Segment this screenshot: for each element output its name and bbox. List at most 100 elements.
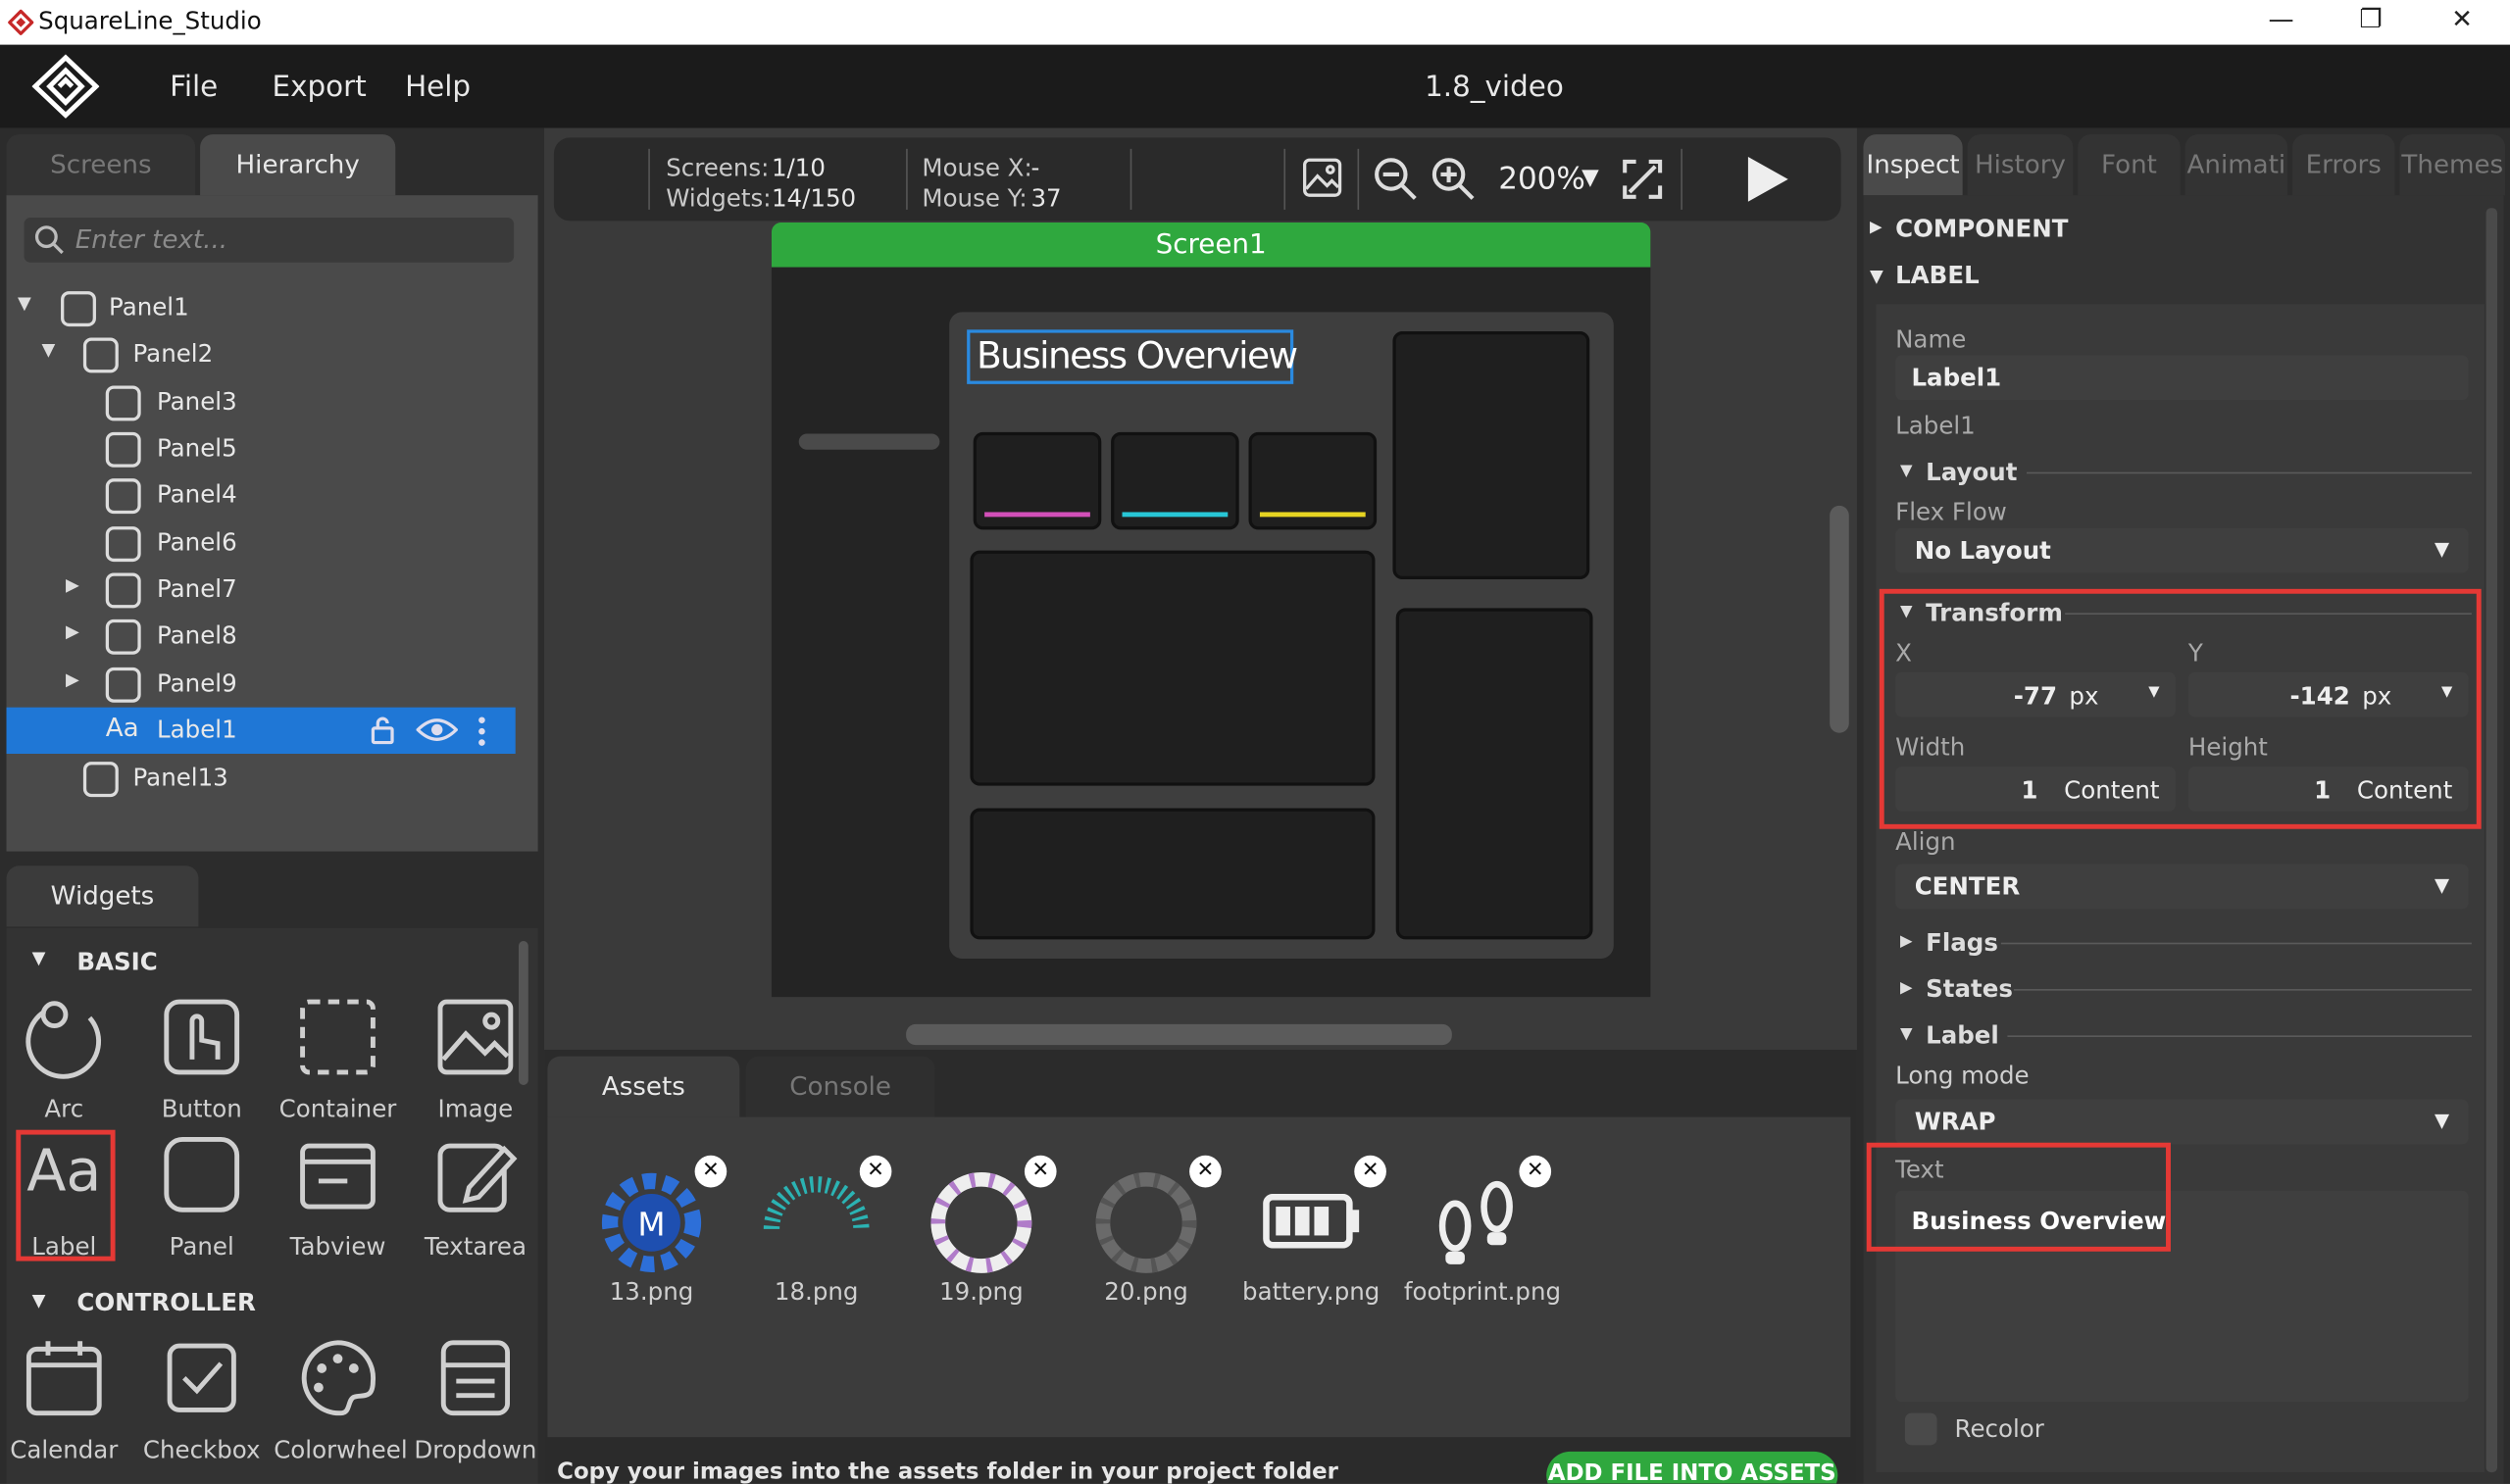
tab-themes[interactable]: Themes <box>2399 134 2506 196</box>
side-panel-bottom-preview[interactable] <box>1395 608 1593 940</box>
bottom-panel-preview[interactable] <box>970 808 1376 940</box>
width-unit[interactable]: Content <box>2064 776 2159 805</box>
widget-image[interactable]: Image <box>412 996 540 1133</box>
tab-history[interactable]: History <box>1967 134 2074 196</box>
x-input[interactable]: -77 px ▼ <box>1895 671 2176 717</box>
tab-errors[interactable]: Errors <box>2292 134 2395 196</box>
height-input[interactable]: 1 Content <box>2187 767 2469 812</box>
tab-screens[interactable]: Screens <box>6 134 196 196</box>
minimize-button[interactable]: — <box>2244 3 2318 41</box>
flags-heading[interactable]: Flags <box>1926 928 1998 957</box>
remove-asset-icon[interactable]: ✕ <box>1519 1155 1552 1188</box>
widget-tabview[interactable]: Tabview <box>274 1133 402 1270</box>
states-heading[interactable]: States <box>1926 974 2013 1003</box>
asset-19-png[interactable]: 19.png ✕ <box>909 1155 1057 1306</box>
collapse-arrow-icon[interactable]: ▶ <box>66 574 79 595</box>
remove-asset-icon[interactable]: ✕ <box>1354 1155 1386 1188</box>
tree-item-panel9[interactable]: ▶ Panel9 <box>7 661 516 707</box>
kpi-card-3[interactable] <box>1248 431 1378 530</box>
label-heading[interactable]: LABEL <box>1895 261 1980 289</box>
widget-dropdown[interactable]: Dropdown <box>412 1336 540 1473</box>
expand-arrow-icon[interactable]: ▼ <box>18 293 31 314</box>
tab-hierarchy[interactable]: Hierarchy <box>200 134 396 196</box>
widget-arc[interactable]: Arc <box>0 996 128 1133</box>
tree-item-panel1[interactable]: ▼ Panel1 <box>7 285 516 331</box>
widget-button[interactable]: Button <box>137 996 266 1133</box>
tab-console[interactable]: Console <box>745 1056 935 1117</box>
background-image-icon[interactable] <box>1301 157 1342 198</box>
tree-item-panel6[interactable]: Panel6 <box>7 520 516 567</box>
name-input[interactable]: Label1 <box>1895 355 2469 401</box>
layout-heading[interactable]: Layout <box>1926 458 2017 486</box>
collapse-arrow-icon[interactable]: ▼ <box>1870 266 1883 286</box>
inspector-scrollbar[interactable] <box>2485 208 2498 1473</box>
zoom-in-icon[interactable] <box>1430 155 1478 203</box>
asset-battery-png[interactable]: battery.png ✕ <box>1239 1155 1386 1306</box>
collapse-arrow-icon[interactable]: ▶ <box>66 668 79 689</box>
tab-font[interactable]: Font <box>2078 134 2181 196</box>
widget-container[interactable]: Container <box>274 996 402 1133</box>
collapse-arrow-icon[interactable]: ▼ <box>1900 1026 1913 1044</box>
canvas-vertical-scrollbar[interactable] <box>1830 505 1849 733</box>
widget-checkbox[interactable]: Checkbox <box>137 1336 266 1473</box>
tree-item-panel5[interactable]: Panel5 <box>7 425 516 471</box>
y-input[interactable]: -142 px ▼ <box>2187 671 2469 717</box>
collapse-arrow-icon[interactable]: ▶ <box>66 620 79 641</box>
widget-colorwheel[interactable]: Colorwheel <box>274 1336 408 1473</box>
kpi-card-2[interactable] <box>1111 431 1239 530</box>
widget-panel[interactable]: Panel <box>137 1133 266 1270</box>
zoom-out-icon[interactable] <box>1372 155 1420 203</box>
widget-textarea[interactable]: Textarea <box>412 1133 540 1270</box>
asset-footprint-png[interactable]: footprint.png ✕ <box>1404 1155 1561 1306</box>
collapse-arrow-icon[interactable]: ▼ <box>1900 463 1913 480</box>
width-input[interactable]: 1 Content <box>1895 767 2176 812</box>
zoom-level[interactable]: 200% <box>1498 162 1585 197</box>
tree-item-label1[interactable]: Aa Label1 <box>6 707 516 755</box>
menu-export[interactable]: Export <box>273 71 367 104</box>
align-select[interactable]: CENTER ▼ <box>1895 864 2469 910</box>
canvas-horizontal-scrollbar[interactable] <box>906 1023 1452 1046</box>
unit-dropdown-icon[interactable]: ▼ <box>2441 685 2452 701</box>
expand-arrow-icon[interactable]: ▶ <box>1870 220 1882 237</box>
hierarchy-search[interactable]: Enter text... <box>24 218 515 263</box>
add-file-into-assets-button[interactable]: ADD FILE INTO ASSETS <box>1546 1451 1838 1484</box>
menu-file[interactable]: File <box>170 71 218 104</box>
tree-item-panel8[interactable]: ▶ Panel8 <box>7 613 516 659</box>
close-button[interactable]: ✕ <box>2426 3 2499 41</box>
asset-18-png[interactable]: 18.png ✕ <box>744 1155 892 1306</box>
transform-heading[interactable]: Transform <box>1926 599 2063 627</box>
y-unit[interactable]: px <box>2362 682 2391 711</box>
tree-item-panel3[interactable]: Panel3 <box>7 379 516 425</box>
collapse-arrow-icon[interactable]: ▼ <box>1900 604 1913 621</box>
remove-asset-icon[interactable]: ✕ <box>694 1155 728 1188</box>
restore-button[interactable]: ❐ <box>2334 3 2407 41</box>
flex-flow-select[interactable]: No Layout ▼ <box>1895 527 2469 573</box>
zoom-dropdown-icon[interactable]: ▼ <box>1581 165 1599 190</box>
expand-arrow-icon[interactable]: ▶ <box>1900 933 1913 951</box>
height-unit[interactable]: Content <box>2357 776 2452 805</box>
side-panel-top-preview[interactable] <box>1392 330 1590 580</box>
remove-asset-icon[interactable]: ✕ <box>859 1155 892 1188</box>
tree-item-panel13[interactable]: Panel13 <box>7 756 516 802</box>
asset-13-png[interactable]: M 13.png ✕ <box>579 1155 728 1306</box>
component-heading[interactable]: COMPONENT <box>1895 215 2068 243</box>
kpi-card-1[interactable] <box>973 431 1102 530</box>
chart-panel-preview[interactable] <box>970 550 1376 786</box>
long-mode-select[interactable]: WRAP ▼ <box>1895 1099 2469 1145</box>
more-options-icon[interactable] <box>477 716 487 748</box>
remove-asset-icon[interactable]: ✕ <box>1189 1155 1222 1188</box>
screen-title-bar[interactable]: Screen1 <box>771 222 1651 268</box>
label1-preview[interactable]: Business Overview <box>967 329 1298 384</box>
menu-help[interactable]: Help <box>405 71 471 104</box>
search-input[interactable]: Enter text... <box>75 224 227 255</box>
tab-widgets[interactable]: Widgets <box>6 866 199 927</box>
play-icon[interactable] <box>1743 154 1791 205</box>
remove-asset-icon[interactable]: ✕ <box>1024 1155 1057 1188</box>
label-sub-heading[interactable]: Label <box>1926 1021 1999 1050</box>
collapse-arrow-icon[interactable]: ▼ <box>32 1290 46 1311</box>
tree-item-panel7[interactable]: ▶ Panel7 <box>7 567 516 613</box>
tab-animation[interactable]: Animati <box>2184 134 2288 196</box>
tab-inspect[interactable]: Inspect <box>1863 134 1963 196</box>
tree-item-panel2[interactable]: ▼ Panel2 <box>7 331 516 377</box>
expand-arrow-icon[interactable]: ▼ <box>41 339 55 360</box>
